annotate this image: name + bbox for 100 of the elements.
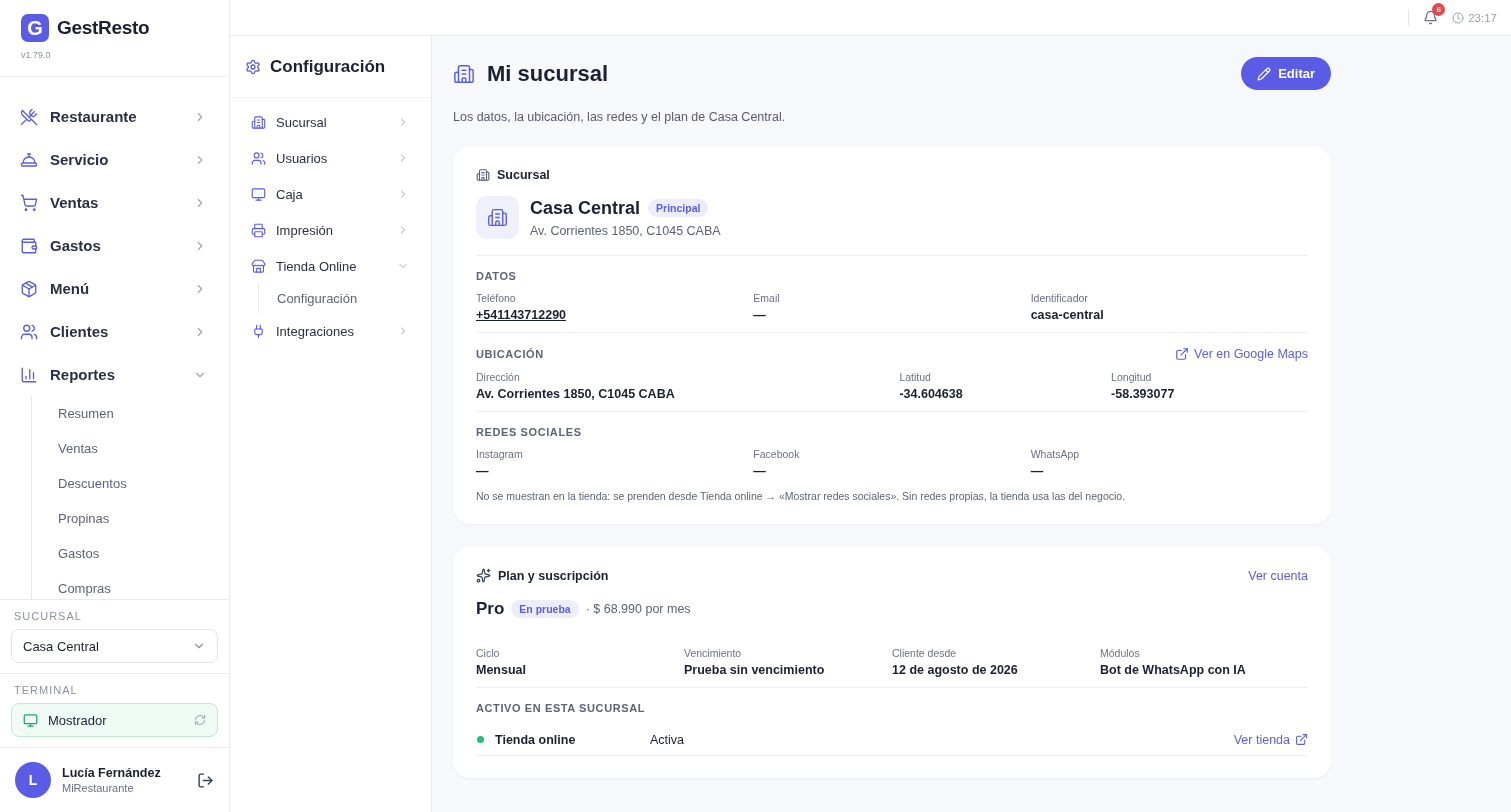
- store-icon: [251, 258, 266, 274]
- section-title: REDES SOCIALES: [476, 426, 582, 438]
- app-name: GestResto: [57, 17, 150, 39]
- module-status: Activa: [650, 732, 686, 747]
- monitor-icon: [251, 186, 266, 202]
- sparkles-icon: [476, 568, 491, 583]
- phone-link[interactable]: +541143712290: [476, 308, 567, 322]
- plug-icon: [251, 323, 266, 339]
- section-title: DATOS: [476, 270, 517, 282]
- version-label: v1.79.0: [21, 50, 52, 60]
- account-link[interactable]: Ver cuenta: [1248, 568, 1308, 583]
- config-nav-item[interactable]: Tienda Online: [251, 248, 409, 284]
- users-icon: [251, 150, 266, 166]
- sidebar-subitem[interactable]: Compras: [58, 571, 207, 599]
- sidebar-item[interactable]: Menú: [20, 267, 207, 310]
- card-title: Sucursal: [497, 168, 550, 182]
- field-value: —: [476, 464, 490, 478]
- sidebar-item[interactable]: Clientes: [20, 310, 207, 353]
- printer-icon: [251, 222, 266, 238]
- field-value: Prueba sin vencimiento: [684, 663, 826, 677]
- config-nav-item[interactable]: Usuarios: [251, 140, 409, 176]
- utensils-icon: [20, 107, 38, 126]
- field-label: Longitud: [1111, 371, 1153, 383]
- field-label: Email: [753, 292, 781, 304]
- field-value: -34.604638: [899, 387, 964, 401]
- settings-icon: [245, 58, 261, 75]
- notification-count: 6: [1432, 3, 1446, 16]
- terminal-select[interactable]: Mostrador: [11, 703, 218, 737]
- external-link-icon: [1175, 347, 1190, 361]
- sidebar-subitem[interactable]: Ventas: [58, 431, 207, 466]
- field-value: Mensual: [476, 663, 527, 677]
- section-label: SUCURSAL: [13, 610, 83, 622]
- sidebar-item[interactable]: Ventas: [20, 181, 207, 224]
- config-title: Configuración: [230, 36, 431, 98]
- plan-price: · $ 68.990 por mes: [585, 602, 691, 616]
- field-label: Cliente desde: [892, 647, 958, 659]
- sidebar-item[interactable]: Gastos: [20, 224, 207, 267]
- sidebar-subitem[interactable]: Descuentos: [58, 466, 207, 501]
- logout-icon[interactable]: [197, 771, 214, 789]
- user-org: MiRestaurante: [62, 782, 135, 794]
- user-avatar: L: [15, 762, 51, 798]
- plan-name: Pro: [476, 599, 505, 619]
- user-name: Lucía Fernández: [62, 766, 162, 780]
- wallet-icon: [20, 236, 38, 255]
- module-name: Tienda online: [495, 732, 577, 747]
- field-label: Identificador: [1030, 292, 1089, 304]
- branch-select[interactable]: Casa Central: [11, 629, 218, 663]
- config-nav-item[interactable]: Sucursal: [251, 104, 409, 140]
- field-value: —: [753, 308, 767, 322]
- field-value: —: [1030, 464, 1045, 478]
- config-nav-item[interactable]: Integraciones: [251, 313, 409, 349]
- page-title: Mi sucursal: [453, 60, 609, 87]
- field-label: Vencimiento: [684, 647, 743, 659]
- info-note: No se muestran en la tienda: se prenden desde Tienda online → «Mostrar redes sociales». Sin redes propias, la tienda usa las del negocio.: [476, 490, 1127, 502]
- field-label: Ciclo: [476, 647, 501, 659]
- field-value: Bot de WhatsApp con IA: [1100, 663, 1247, 677]
- field-value: —: [753, 464, 767, 478]
- maps-link[interactable]: Ver en Google Maps: [1175, 347, 1308, 361]
- bar-chart-icon: [20, 365, 38, 384]
- notification-bell-icon[interactable]: [1423, 10, 1439, 25]
- service-bell-icon: [20, 150, 38, 169]
- refresh-icon: [194, 714, 206, 726]
- logo-mark: G: [21, 14, 49, 42]
- field-label: Latitud: [899, 371, 932, 383]
- users-icon: [20, 322, 38, 341]
- sidebar-item[interactable]: Restaurante: [20, 95, 207, 138]
- sidebar-item[interactable]: Servicio: [20, 138, 207, 181]
- config-nav-item[interactable]: Caja: [251, 176, 409, 212]
- field-value: casa-central: [1030, 308, 1105, 322]
- sidebar-subitem[interactable]: Propinas: [58, 501, 207, 536]
- field-label: Instagram: [476, 448, 524, 460]
- field-label: WhatsApp: [1030, 448, 1081, 460]
- building-icon: [251, 114, 266, 130]
- cart-icon: [20, 193, 38, 212]
- field-label: Facebook: [753, 448, 801, 460]
- card-title: Plan y suscripción: [498, 568, 609, 583]
- config-nav-item[interactable]: Impresión: [251, 212, 409, 248]
- page-subtitle: Los datos, la ubicación, las redes y el plan de Casa Central.: [453, 110, 787, 124]
- sidebar-subitem[interactable]: Resumen: [58, 396, 207, 431]
- field-label: Dirección: [476, 371, 521, 383]
- field-value: Av. Corrientes 1850, C1045 CABA: [476, 387, 676, 401]
- box-icon: [20, 279, 38, 298]
- clock-time: 23:17: [1452, 11, 1497, 24]
- branch-address: Av. Corrientes 1850, C1045 CABA: [530, 223, 721, 238]
- sidebar-subitem[interactable]: Gastos: [58, 536, 207, 571]
- monitor-icon: [23, 712, 38, 728]
- clock-icon: [1452, 11, 1465, 24]
- section-title: ACTIVO EN ESTA SUCURSAL: [476, 702, 646, 714]
- field-label: Teléfono: [476, 292, 517, 304]
- field-label: Módulos: [1100, 647, 1141, 659]
- pencil-icon: [1257, 66, 1272, 81]
- section-title: UBICACIÓN: [476, 348, 544, 360]
- store-link[interactable]: Ver tienda: [1233, 732, 1308, 747]
- field-value: 12 de agosto de 2026: [892, 663, 1019, 677]
- building-icon: [453, 62, 475, 85]
- building-icon: [476, 168, 490, 182]
- config-nav-subitem[interactable]: Configuración: [277, 284, 409, 313]
- edit-button[interactable]: Editar: [1241, 57, 1331, 90]
- sidebar-item[interactable]: Reportes: [20, 353, 207, 396]
- external-link-icon: [1295, 733, 1308, 746]
